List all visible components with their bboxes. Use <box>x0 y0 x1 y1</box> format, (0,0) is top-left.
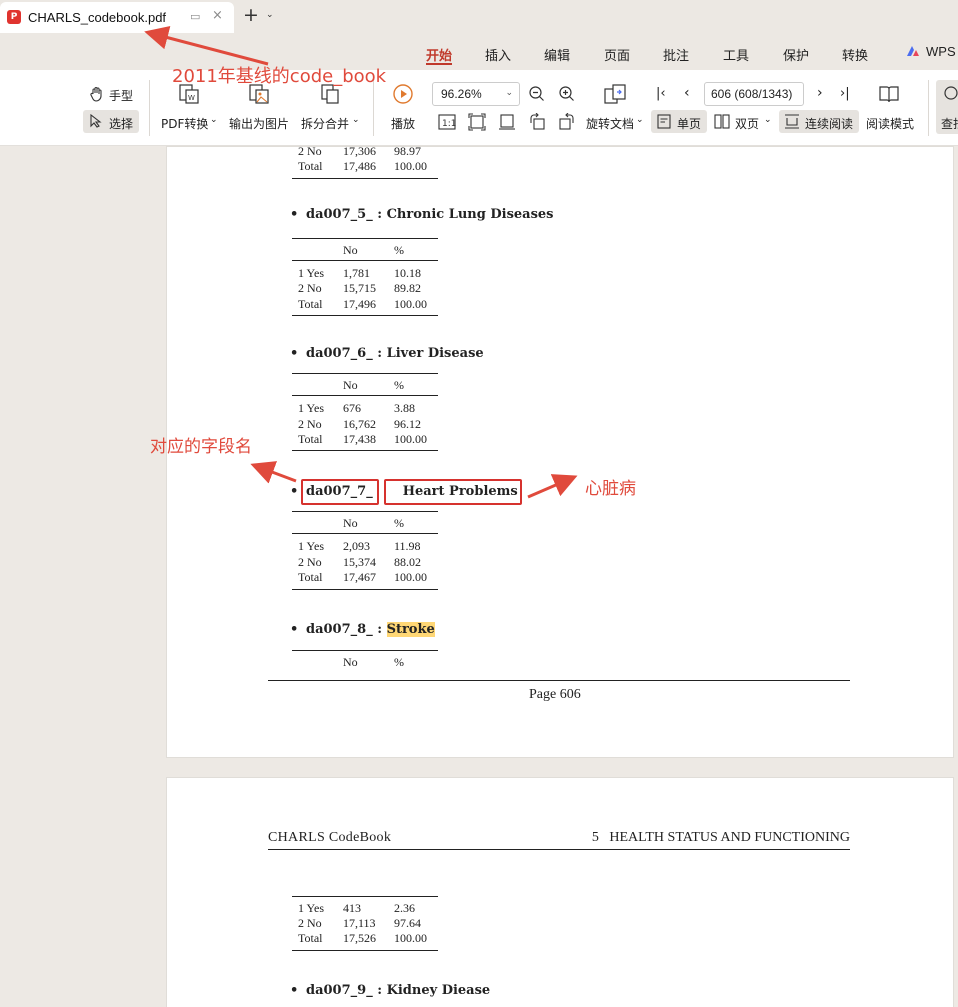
baseline-annotation: 2011年基线的code_book <box>172 66 387 87</box>
arrow-to-field-name-label <box>250 461 297 484</box>
field-name-annotation: 对应的字段名 <box>150 437 252 457</box>
pdf-reader-window: P CHARLS_codebook.pdf ▭ × + ⌄ 开始 插入 编辑 页… <box>0 0 958 1007</box>
annotation-arrows <box>144 25 578 499</box>
arrow-to-tab <box>144 25 269 66</box>
heart-annotation: 心脏病 <box>585 479 636 499</box>
arrow-to-heart-label <box>527 474 578 499</box>
